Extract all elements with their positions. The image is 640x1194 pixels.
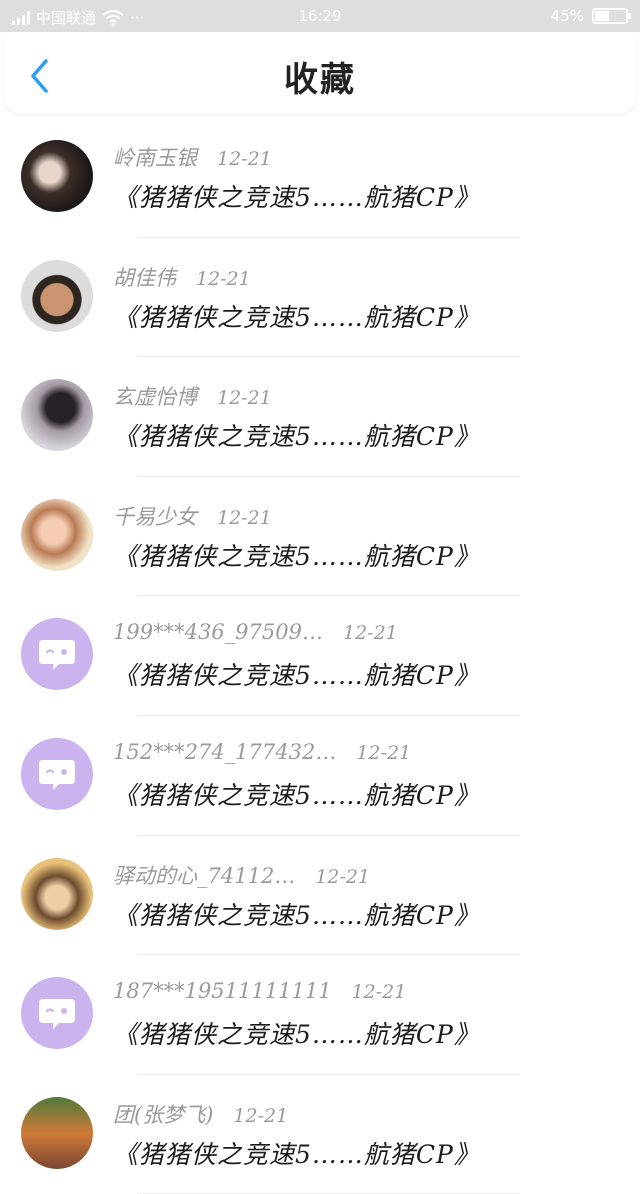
item-date: 12-21 xyxy=(315,865,371,888)
author-name: 千易少女 xyxy=(113,504,197,529)
author-name: 玄虚怡博 xyxy=(113,385,197,410)
author-line: 187***19511111111 12-21 xyxy=(113,979,406,1003)
author-line: 152***274_177432… 12-21 xyxy=(113,740,411,764)
item-title[interactable]: 《猪猪侠之竞速5……航猪CP》 xyxy=(113,1135,480,1171)
list-item[interactable]: 岭南玉银 12-21 《猪猪侠之竞速5……航猪CP》 xyxy=(0,118,640,238)
item-date: 12-21 xyxy=(217,387,272,410)
item-date: 12-21 xyxy=(217,506,272,529)
avatar[interactable] xyxy=(21,618,93,691)
list-item[interactable]: 玄虚怡博 12-21 《猪猪侠之竞速5……航猪CP》 xyxy=(0,357,640,477)
battery-percent: 45% xyxy=(550,7,584,25)
battery-fill xyxy=(595,11,609,21)
item-date: 12-21 xyxy=(351,981,407,1004)
author-line: 玄虚怡博 12-21 xyxy=(113,381,272,411)
author-line: 千易少女 12-21 xyxy=(113,501,272,531)
avatar[interactable] xyxy=(21,259,93,332)
status-right: 45% xyxy=(550,7,631,25)
list-item[interactable]: 千易少女 12-21 《猪猪侠之竞速5……航猪CP》 xyxy=(0,477,640,597)
avatar[interactable] xyxy=(21,140,93,212)
avatar[interactable] xyxy=(21,1096,93,1169)
nav-header: 收藏 xyxy=(4,34,636,114)
avatar[interactable] xyxy=(21,977,93,1050)
item-title[interactable]: 《猪猪侠之竞速5……航猪CP》 xyxy=(113,656,480,692)
list-item[interactable]: 187***19511111111 12-21 《猪猪侠之竞速5……航猪CP》 xyxy=(0,955,640,1075)
author-name: 团(张梦飞) xyxy=(113,1102,214,1127)
item-title[interactable]: 《猪猪侠之竞速5……航猪CP》 xyxy=(113,178,480,214)
item-title[interactable]: 《猪猪侠之竞速5……航猪CP》 xyxy=(113,896,480,932)
avatar[interactable] xyxy=(21,737,93,810)
status-bar: 中国联通 ··· 16:29 45% xyxy=(0,0,640,32)
item-date: 12-21 xyxy=(217,148,272,170)
item-title[interactable]: 《猪猪侠之竞速5……航猪CP》 xyxy=(113,537,480,573)
avatar[interactable] xyxy=(21,857,93,930)
author-line: 岭南玉银 12-21 xyxy=(113,142,272,172)
author-name: 岭南玉银 xyxy=(113,146,197,170)
chat-bubble-icon xyxy=(39,999,75,1030)
list-item[interactable]: 152***274_177432… 12-21 《猪猪侠之竞速5……航猪CP》 xyxy=(0,716,640,836)
list-item[interactable]: 胡佳伟 12-21 《猪猪侠之竞速5……航猪CP》 xyxy=(0,238,640,358)
item-title[interactable]: 《猪猪侠之竞速5……航猪CP》 xyxy=(113,298,480,334)
item-date: 12-21 xyxy=(233,1104,289,1127)
author-line: 团(张梦飞) 12-21 xyxy=(113,1099,288,1129)
item-title[interactable]: 《猪猪侠之竞速5……航猪CP》 xyxy=(113,1015,480,1051)
item-date: 12-21 xyxy=(356,741,412,764)
author-name: 199***436_97509… xyxy=(113,620,323,645)
author-name: 驿动的心_74112… xyxy=(113,863,296,888)
battery-icon xyxy=(592,8,631,24)
author-name: 152***274_177432… xyxy=(113,739,337,764)
favorites-list: 岭南玉银 12-21 《猪猪侠之竞速5……航猪CP》 胡佳伟 12-21 《猪猪侠之竞速5… xyxy=(0,118,640,1194)
chat-bubble-icon xyxy=(39,759,75,790)
status-time: 16:29 xyxy=(298,7,342,25)
list-item[interactable]: 团(张梦飞) 12-21 《猪猪侠之竞速5……航猪CP》 xyxy=(0,1075,640,1194)
chat-bubble-icon xyxy=(39,640,75,671)
author-name: 187***19511111111 xyxy=(113,979,332,1004)
author-line: 胡佳伟 12-21 xyxy=(113,262,251,292)
list-item[interactable]: 199***436_97509… 12-21 《猪猪侠之竞速5……航猪CP》 xyxy=(0,596,640,716)
item-title[interactable]: 《猪猪侠之竞速5……航猪CP》 xyxy=(113,417,480,453)
author-line: 驿动的心_74112… 12-21 xyxy=(113,860,370,890)
list-item[interactable]: 驿动的心_74112… 12-21 《猪猪侠之竞速5……航猪CP》 xyxy=(0,836,640,956)
author-name: 胡佳伟 xyxy=(113,265,176,290)
avatar[interactable] xyxy=(21,498,93,571)
item-date: 12-21 xyxy=(196,267,251,290)
item-title[interactable]: 《猪猪侠之竞速5……航猪CP》 xyxy=(113,776,480,812)
page-title: 收藏 xyxy=(284,60,356,100)
author-line: 199***436_97509… 12-21 xyxy=(113,620,398,644)
avatar[interactable] xyxy=(21,379,93,452)
item-date: 12-21 xyxy=(342,622,398,645)
